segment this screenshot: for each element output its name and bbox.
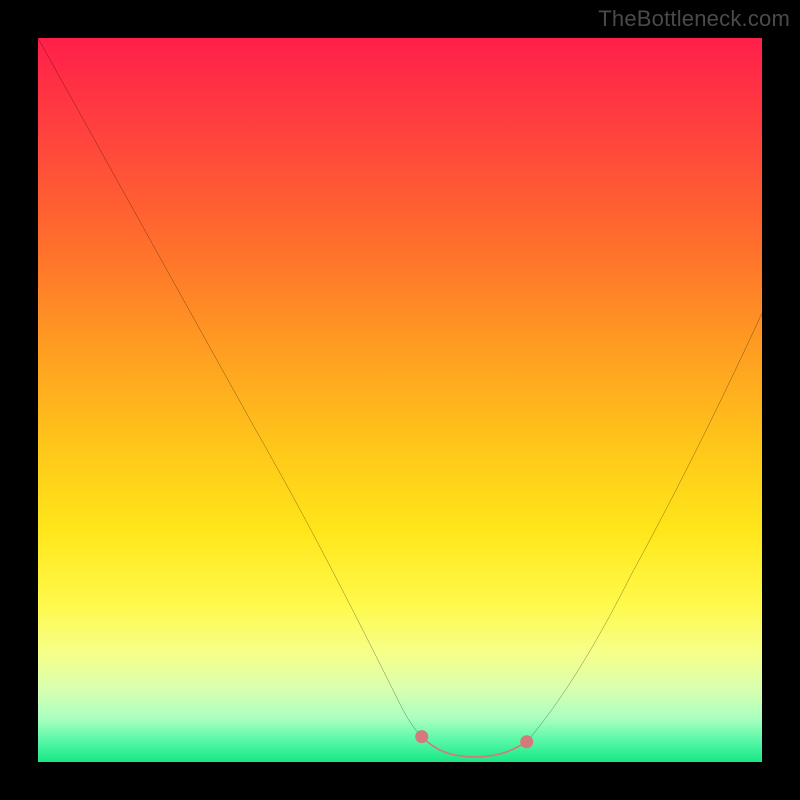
- chart-frame: TheBottleneck.com: [0, 0, 800, 800]
- curve-layer: [38, 38, 762, 762]
- plateau-marker-right: [520, 735, 533, 748]
- plateau-marker-left: [415, 730, 428, 743]
- curve-right-branch: [527, 313, 762, 742]
- curve-plateau: [422, 737, 527, 757]
- curve-left-branch: [38, 38, 422, 737]
- watermark-text: TheBottleneck.com: [598, 6, 790, 32]
- plot-area: [38, 38, 762, 762]
